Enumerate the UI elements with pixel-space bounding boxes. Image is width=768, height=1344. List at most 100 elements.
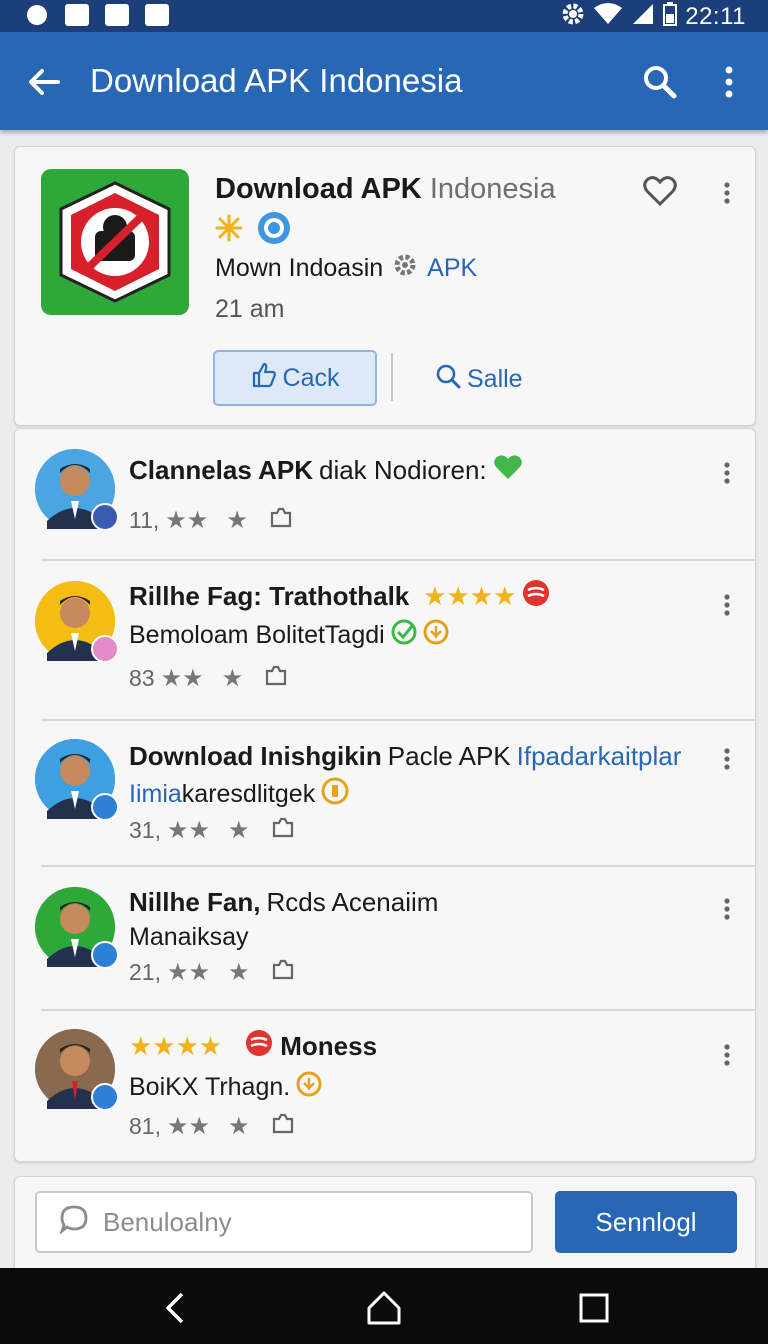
app-bar: Download APK Indonesia [0,32,768,130]
gold-coin-icon [296,1071,322,1104]
item-more-icon[interactable] [719,1041,735,1069]
star-icon: ★ [228,958,250,986]
item-description: BoiKX Trhagn. [129,1071,322,1104]
verified-badge-icon [91,503,119,531]
apk-tag[interactable]: APK [427,254,477,283]
item-title-rest: diak Nodioren: [318,455,487,485]
item-meta: 31, ★★ ★ [129,815,296,845]
button-divider [391,353,393,401]
app-title-main: Download APK [215,173,422,205]
settings-gear-icon [561,2,585,31]
back-button[interactable]: Cack [213,350,377,406]
item-title-main: Rillhe Fag: Trathothalk [129,581,410,611]
nav-home-icon[interactable] [364,1288,404,1328]
comment-input-placeholder: Benuloalny [103,1206,232,1237]
star-icon: ★ [228,816,250,844]
header-more-icon[interactable] [719,179,735,207]
item-title-main: Download Inishgikin [129,741,382,771]
status-time: 22:11 [685,2,746,30]
item-title-link[interactable]: Ifpadarkaitplar [517,741,682,772]
item-description-link[interactable]: Iimia [129,780,182,809]
verified-badge-icon [91,941,119,969]
item-title: Nillhe Fan, Rcds Acenaiim [129,887,438,918]
avatar [35,887,119,969]
avatar [35,581,119,663]
item-title-rest: Rcds Acenaiim [266,887,439,917]
developer-name: Mown Indoasin [215,254,384,282]
nav-back-icon[interactable] [156,1288,196,1328]
star-icon: ★★ [166,958,211,986]
item-description-text: Bemoloam BolitetTagdi [129,621,385,649]
app-title-light: Indonesia [429,173,556,205]
star-icon: ★★ [160,664,204,692]
list-item[interactable]: Clannelas APK diak Nodioren: 11, ★★ ★ [15,429,755,559]
item-description-text: karesdlitgek [181,780,316,808]
item-count: 31, [129,816,161,843]
back-arrow-icon[interactable] [24,62,64,102]
notification-image-icon [104,3,130,27]
item-title-main: Clannelas APK [129,455,313,485]
send-button[interactable]: Sennlogl [555,1191,737,1253]
notification-check-icon [144,3,170,27]
item-meta: 11, ★★ ★ [129,505,294,535]
heart-icon[interactable] [643,175,677,207]
comment-composer: Benuloalny Sennlogl [14,1176,756,1276]
item-count: 21, [129,958,161,985]
notification-app-icon [64,3,90,27]
thumbs-up-icon [251,362,277,395]
list-item[interactable]: ★★★★ Moness BoiKX Trhagn. 81, ★★ ★ [15,1011,755,1161]
post-time: 21 am [215,295,285,323]
item-description: Manaiksay [129,923,249,952]
notification-dot-icon [24,3,50,27]
avatar [35,739,119,821]
green-heart-icon [493,453,523,488]
green-check-icon [391,619,417,652]
verified-blue-icon [257,211,291,250]
item-description-text: BoiKX Trhagn. [129,1073,291,1101]
comment-input[interactable]: Benuloalny [35,1191,533,1253]
item-description: Iimia karesdlitgek [129,777,349,812]
red-badge-icon [242,1029,274,1064]
back-button-label: Cack [282,363,340,392]
star-icon: ★★ [165,506,209,534]
nav-recents-icon[interactable] [574,1288,614,1328]
item-more-icon[interactable] [719,591,735,619]
list-item[interactable]: Rillhe Fag: Trathothalk ★★★★ Bemoloam Bo… [15,561,755,719]
app-badges [215,211,291,250]
item-more-icon[interactable] [719,459,735,487]
system-nav-bar [0,1268,768,1344]
app-logo-icon [41,169,189,315]
star-icon: ★★ [166,816,211,844]
share-icon[interactable] [270,957,296,987]
share-icon[interactable] [270,815,296,845]
star-icon: ★★ [166,1112,211,1140]
app-title: Download APK Indonesia [215,173,556,206]
item-title: ★★★★ Moness [129,1029,377,1064]
sale-button-label: Salle [467,364,523,393]
search-icon[interactable] [640,62,680,102]
gold-coin-icon [423,619,449,652]
item-title-main: Moness [280,1031,378,1061]
verified-badge-icon [91,1083,119,1111]
item-more-icon[interactable] [719,745,735,773]
item-meta: 81, ★★ ★ [129,1111,296,1141]
star-icon: ★ [221,664,244,692]
item-description-text: Manaiksay [129,923,249,951]
list-item[interactable]: Download Inishgikin Pacle APK Ifpadarkai… [15,721,755,865]
sparkle-icon [215,214,243,247]
item-more-icon[interactable] [719,895,735,923]
item-description: Bemoloam BolitetTagdi [129,619,449,652]
sale-button[interactable]: Salle [435,357,523,401]
share-icon[interactable] [263,663,289,693]
heart-badge-icon [91,635,119,663]
rating-stars-icon: ★★★★ [423,581,517,611]
item-title-main: Nillhe Fan, [129,887,261,917]
star-icon: ★ [228,1112,250,1140]
list-item[interactable]: Nillhe Fan, Rcds Acenaiim Manaiksay 21, … [15,867,755,1009]
share-icon[interactable] [270,1111,296,1141]
app-bar-title: Download APK Indonesia [90,62,463,99]
battery-icon [663,2,678,31]
overflow-menu-icon[interactable] [712,62,746,102]
share-icon[interactable] [268,505,294,535]
item-title: Clannelas APK diak Nodioren: [129,453,523,488]
